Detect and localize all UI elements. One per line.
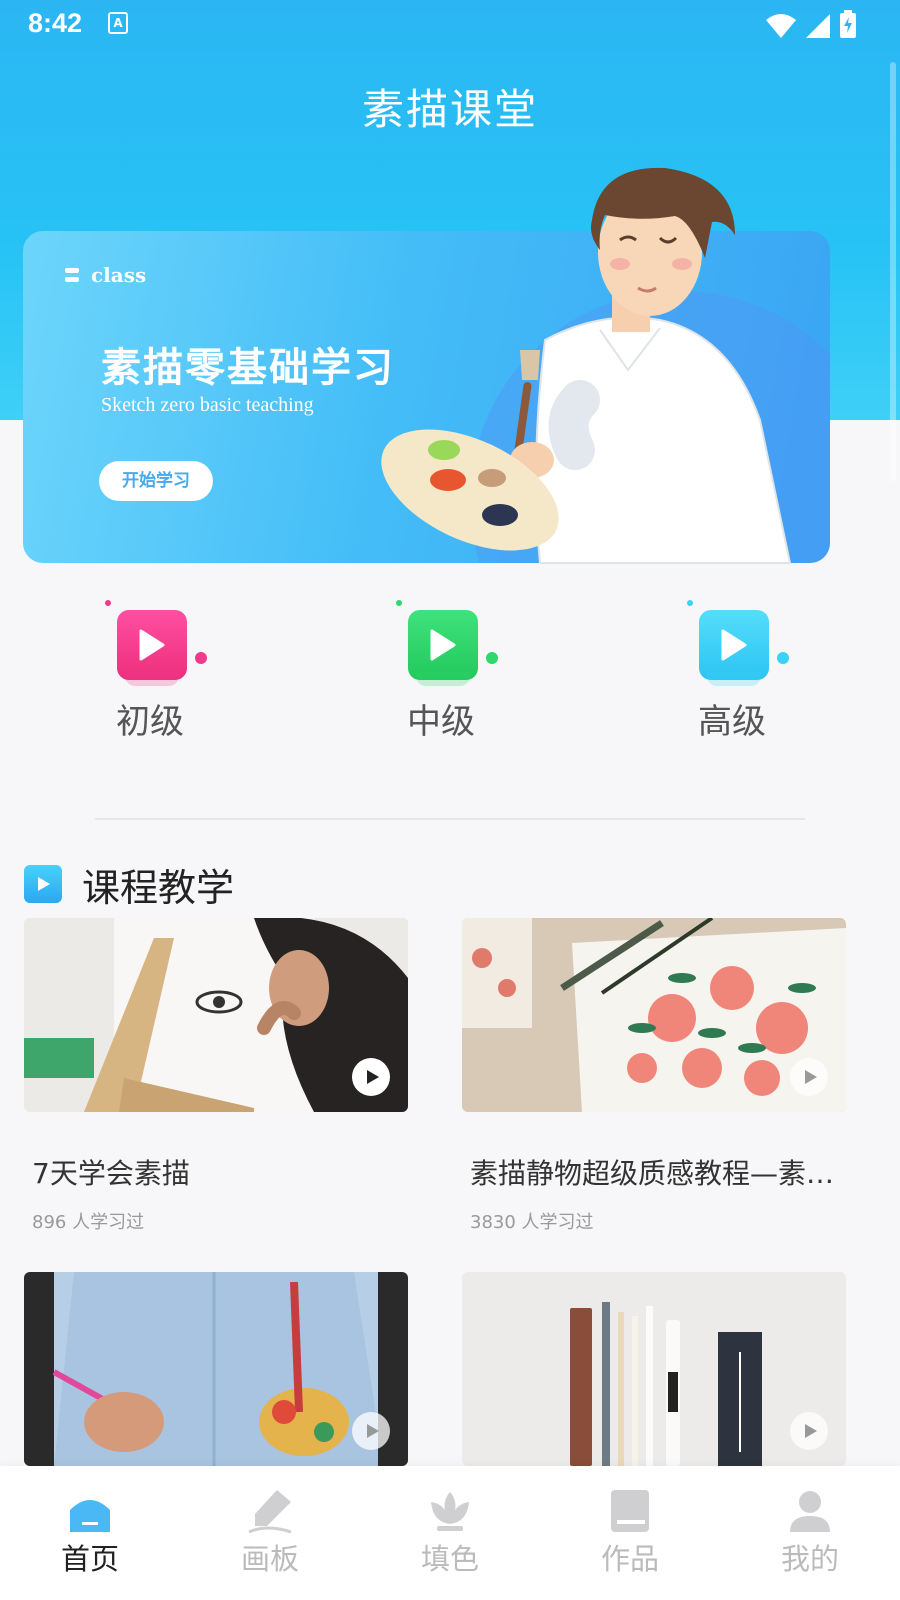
pencil-icon [248,1490,292,1534]
logo-mark-icon [65,268,79,282]
tools-photo [462,1272,846,1466]
status-icons [766,10,856,38]
wifi-icon [766,14,796,38]
home-icon [70,1500,110,1532]
level-label: 中级 [407,702,475,742]
book-icon [611,1490,649,1532]
course-learners: 3830 人学习过 [470,1212,594,1233]
banner-subtitle: Sketch zero basic teaching [101,394,314,416]
tab-coloring[interactable]: 填色 [390,1488,510,1588]
notification-icon: A [108,12,128,34]
course-thumbnail [24,918,408,1112]
status-bar: 8:42 A [0,0,900,50]
page-title: 素描课堂 [361,85,538,134]
banner-title: 素描零基础学习 [101,344,395,391]
tab-label: 画板 [240,1542,299,1576]
status-time: 8:42 [28,8,83,38]
hero-banner[interactable]: class 素描零基础学习 Sketch zero basic teaching… [23,231,830,563]
painter-photo [24,1272,408,1466]
banner-logo-text: class [91,263,147,287]
course-thumbnail [24,1272,408,1466]
tab-label: 填色 [420,1542,479,1576]
level-label: 初级 [116,702,184,742]
decor-dot [777,652,789,664]
play-video-icon [408,610,478,686]
bottom-tab-bar: 首页 画板 填色 作品 我的 [0,1466,900,1600]
level-intermediate[interactable]: 中级 [366,590,506,750]
decor-dot [687,600,693,606]
battery-icon [840,10,856,38]
level-label: 高级 [698,702,766,742]
tab-works[interactable]: 作品 [570,1488,690,1588]
level-advanced[interactable]: 高级 [657,590,797,750]
banner-logo: class [65,263,146,287]
play-icon[interactable] [352,1412,390,1450]
tab-drawing-board[interactable]: 画板 [210,1488,330,1588]
tab-profile[interactable]: 我的 [750,1488,870,1588]
signal-icon [806,14,830,38]
decor-dot [105,600,111,606]
course-thumbnail [462,1272,846,1466]
section-header: 课程教学 [24,862,234,910]
decor-dot [486,652,498,664]
play-video-icon [117,610,187,686]
flowers-photo [462,918,846,1112]
play-video-icon [24,865,62,903]
course-title: 素描静物超级质感教程—素描石膏几何体 [470,1157,838,1190]
lotus-icon [431,1492,469,1531]
play-icon[interactable] [352,1058,390,1096]
course-card[interactable] [462,1272,846,1466]
course-card[interactable] [24,1272,408,1466]
decor-dot [396,600,402,606]
section-title: 课程教学 [82,865,235,910]
play-icon[interactable] [790,1412,828,1450]
user-icon [790,1491,830,1532]
tab-label: 首页 [60,1542,119,1576]
tab-label: 作品 [600,1542,659,1576]
course-thumbnail [462,918,846,1112]
level-beginner[interactable]: 初级 [75,590,215,750]
level-selector: 初级 中级 高级 [0,590,900,750]
tab-label: 我的 [780,1542,839,1576]
tab-home[interactable]: 首页 [30,1488,150,1588]
decor-dot [195,652,207,664]
divider [95,818,805,820]
start-learning-button[interactable]: 开始学习 [99,461,213,501]
play-icon[interactable] [790,1058,828,1096]
course-card[interactable]: 素描静物超级质感教程—素描石膏几何体 3830 人学习过 [462,918,846,1234]
play-video-icon [699,610,769,686]
scrollbar[interactable] [890,62,896,482]
course-learners: 896 人学习过 [32,1212,145,1233]
drawing-photo [24,918,408,1112]
course-card[interactable]: 7天学会素描 896 人学习过 [24,918,408,1234]
banner-glow [470,291,830,563]
course-title: 7天学会素描 [32,1157,190,1190]
